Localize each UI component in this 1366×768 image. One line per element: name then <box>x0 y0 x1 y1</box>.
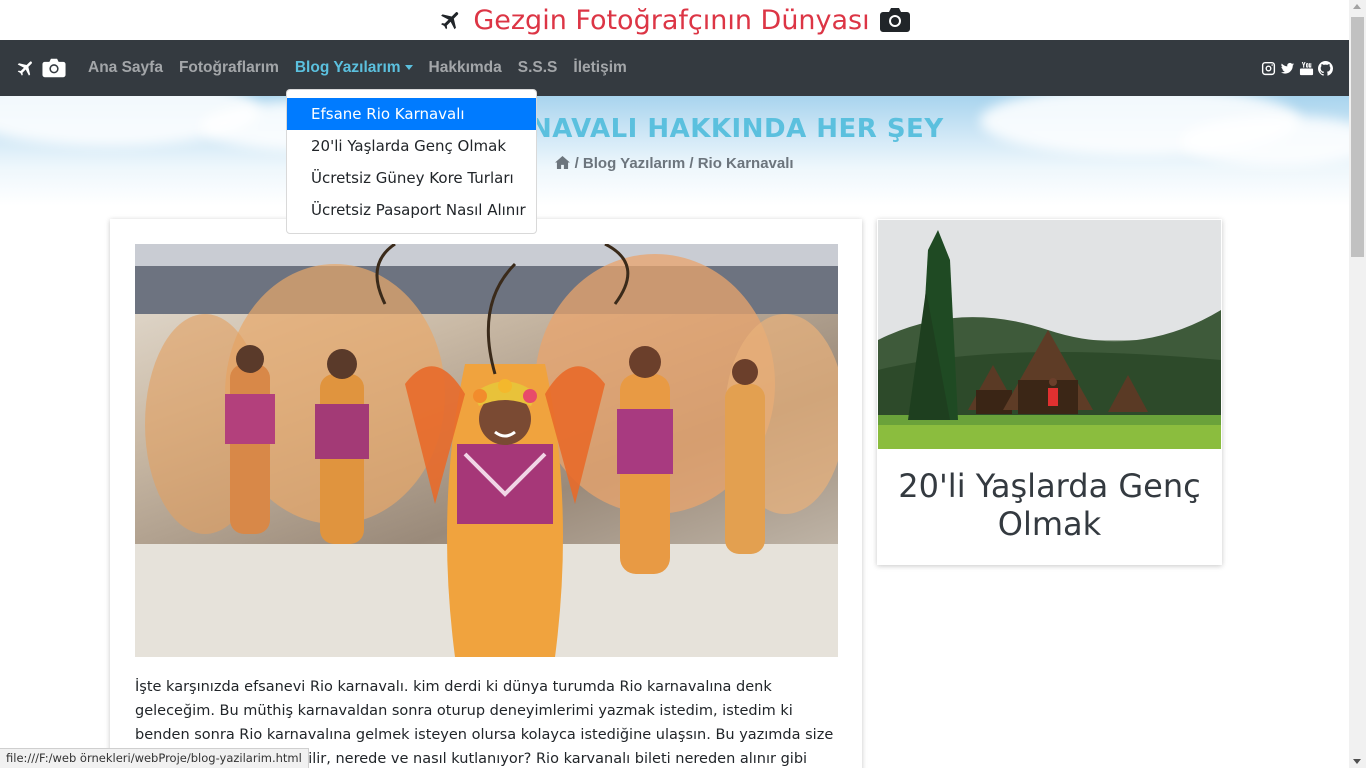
carnival-illustration <box>135 244 838 657</box>
scroll-thumb[interactable] <box>1351 17 1364 257</box>
social-links <box>1261 60 1333 76</box>
scroll-down-arrow-icon[interactable] <box>1353 759 1361 764</box>
nav-item-ana-sayfa[interactable]: Ana Sayfa <box>80 59 171 77</box>
instagram-icon[interactable] <box>1261 61 1276 76</box>
site-header: Gezgin Fotoğrafçının Dünyası <box>0 0 1349 40</box>
camera-icon <box>879 8 910 32</box>
browser-status-bar: file:///F:/web örnekleri/webProje/blog-y… <box>0 748 309 768</box>
related-post-card[interactable]: 20'li Yaşlarda Genç Olmak <box>877 219 1222 565</box>
dropdown-item[interactable]: 20'li Yaşlarda Genç Olmak <box>287 130 536 162</box>
nav-item-hakkimda[interactable]: Hakkımda <box>421 59 510 77</box>
navbar-brand[interactable] <box>16 58 66 78</box>
related-post-image <box>878 220 1221 449</box>
dropdown-item[interactable]: Efsane Rio Karnavalı <box>287 98 536 130</box>
hero-banner: RİO KARNAVALI HAKKINDA HER ŞEY / Blog Ya… <box>0 96 1349 206</box>
nav-item-iletisim[interactable]: İletişim <box>565 59 634 77</box>
plane-icon <box>441 12 459 30</box>
nav-item-blog-yazilarim[interactable]: Blog Yazılarım <box>287 59 421 77</box>
nav-item-label: Blog Yazılarım <box>294 59 401 76</box>
nav-item-sss[interactable]: S.S.S <box>510 59 566 77</box>
github-icon[interactable] <box>1318 60 1333 76</box>
scroll-up-arrow-icon[interactable] <box>1353 4 1361 9</box>
page-title: RİO KARNAVALI HAKKINDA HER ŞEY <box>405 114 944 144</box>
related-post-title[interactable]: 20'li Yaşlarda Genç Olmak <box>877 467 1222 543</box>
landscape-illustration <box>878 220 1221 449</box>
breadcrumb-item: Rio Karnavalı <box>697 155 794 172</box>
plane-icon <box>17 61 32 76</box>
breadcrumb-item[interactable]: Blog Yazılarım <box>583 155 685 172</box>
page-scrollbar[interactable] <box>1349 0 1366 768</box>
youtube-icon[interactable] <box>1299 61 1314 76</box>
dropdown-item[interactable]: Ücretsiz Güney Kore Turları <box>287 162 536 194</box>
dropdown-item[interactable]: Ücretsiz Pasaport Nasıl Alınır <box>287 194 536 226</box>
article-image <box>135 244 838 657</box>
navbar: Ana Sayfa Fotoğraflarım Blog Yazılarım H… <box>0 40 1349 96</box>
breadcrumb: / Blog Yazılarım / Rio Karnavalı <box>0 155 1349 172</box>
blog-dropdown-menu: Efsane Rio Karnavalı 20'li Yaşlarda Genç… <box>286 89 537 234</box>
camera-icon <box>42 58 66 78</box>
caret-down-icon <box>404 65 413 71</box>
nav-item-fotograflarim[interactable]: Fotoğraflarım <box>171 59 287 77</box>
twitter-icon[interactable] <box>1280 61 1295 76</box>
home-icon[interactable] <box>555 156 571 169</box>
article-card: İşte karşınızda efsanevi Rio karnavalı. … <box>110 219 862 768</box>
site-title: Gezgin Fotoğrafçının Dünyası <box>473 4 870 36</box>
